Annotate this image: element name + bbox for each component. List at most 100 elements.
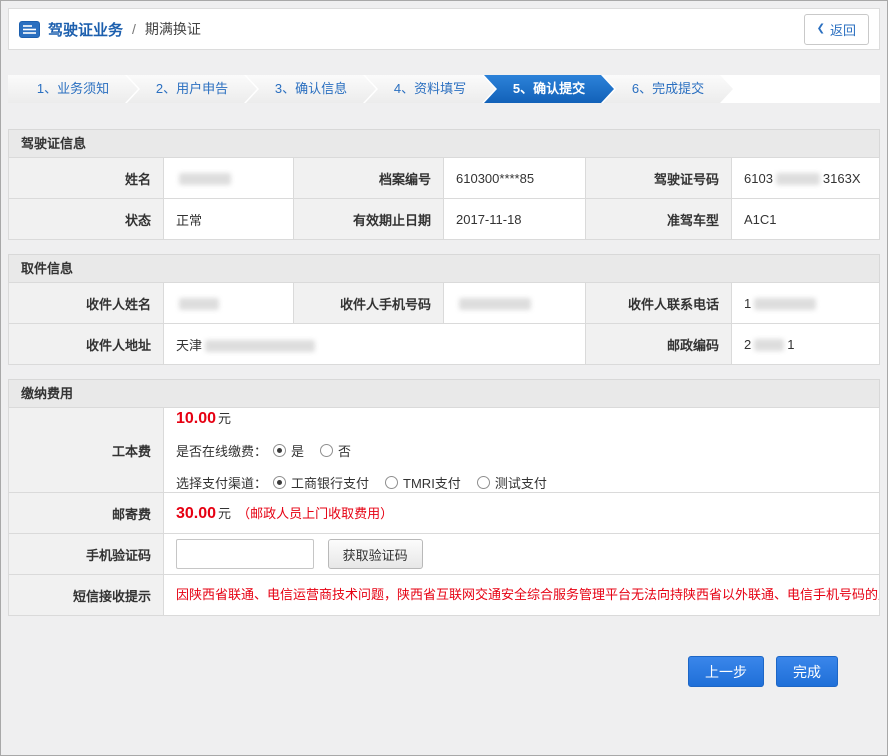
status-value: 正常 [164, 199, 294, 240]
status-label: 状态 [9, 199, 164, 240]
redacted-text [776, 173, 820, 185]
redacted-text [754, 339, 784, 351]
step-user-declaration[interactable]: 2、用户申告 [127, 75, 257, 103]
file-number-label: 档案编号 [294, 158, 444, 199]
name-label: 姓名 [9, 158, 164, 199]
table-row: 姓名 档案编号 610300****85 驾驶证号码 6103 3163X [9, 158, 880, 199]
step-confirm-info[interactable]: 3、确认信息 [246, 75, 376, 103]
production-fee-cell: 10.00元 是否在线缴费： 是 否 选择支付渠道： 工商银行支付 TMRI支付… [164, 408, 880, 493]
step-confirm-submit[interactable]: 5、确认提交 [484, 75, 614, 103]
recipient-phone-value: 1 [732, 283, 880, 324]
sms-notice-cell: 因陕西省联通、电信运营商技术问题，陕西省互联网交通安全综合服务管理平台无法向持陕… [164, 575, 880, 616]
radio-unselected-icon [477, 476, 490, 489]
back-chevron-icon: ❮ [817, 24, 825, 34]
radio-selected-icon [273, 476, 286, 489]
radio-unselected-icon [320, 444, 333, 457]
pay-online-yes-radio[interactable]: 是 [273, 441, 304, 460]
sms-code-cell: 获取验证码 [164, 534, 880, 575]
pay-online-no-label: 否 [338, 441, 351, 460]
payment-channel-question: 选择支付渠道： [176, 473, 267, 492]
channel-icbc-label: 工商银行支付 [291, 473, 369, 492]
get-code-button[interactable]: 获取验证码 [328, 539, 423, 569]
redacted-text [459, 298, 531, 310]
step-data-entry[interactable]: 4、资料填写 [365, 75, 495, 103]
step-business-notice[interactable]: 1、业务须知 [8, 75, 138, 103]
step-complete[interactable]: 6、完成提交 [603, 75, 733, 103]
table-row: 邮寄费 30.00元（邮政人员上门收取费用） [9, 493, 880, 534]
expiry-date-label: 有效期止日期 [294, 199, 444, 240]
fee-section-header: 缴纳费用 [8, 379, 880, 407]
sms-code-input[interactable] [176, 539, 314, 569]
pickup-info-header: 取件信息 [8, 254, 880, 282]
mailing-fee-label: 邮寄费 [9, 493, 164, 534]
breadcrumb: 驾驶证业务 / 期满换证 [19, 19, 201, 40]
table-row: 状态 正常 有效期止日期 2017-11-18 准驾车型 A1C1 [9, 199, 880, 240]
table-row: 工本费 10.00元 是否在线缴费： 是 否 选择支付渠道： 工商银行支付 TM… [9, 408, 880, 493]
channel-tmri-radio[interactable]: TMRI支付 [385, 473, 461, 492]
license-number-suffix: 3163X [823, 171, 861, 186]
license-info-section: 驾驶证信息 姓名 档案编号 610300****85 驾驶证号码 6103 316… [8, 129, 880, 240]
pickup-info-table: 收件人姓名 收件人手机号码 收件人联系电话 1 收件人地址 天津 邮政编码 21 [8, 282, 880, 365]
license-info-header: 驾驶证信息 [8, 129, 880, 157]
prev-step-button[interactable]: 上一步 [688, 656, 764, 687]
recipient-address-prefix: 天津 [176, 338, 202, 353]
recipient-address-value: 天津 [164, 324, 586, 365]
name-value [164, 158, 294, 199]
recipient-address-label: 收件人地址 [9, 324, 164, 365]
license-number-value: 6103 3163X [732, 158, 880, 199]
table-row: 收件人姓名 收件人手机号码 收件人联系电话 1 [9, 283, 880, 324]
production-fee-unit: 元 [218, 411, 231, 426]
production-fee-label: 工本费 [9, 408, 164, 493]
postal-code-suffix: 1 [787, 337, 794, 352]
title-separator: / [132, 21, 136, 37]
license-number-label: 驾驶证号码 [586, 158, 732, 199]
finish-button[interactable]: 完成 [776, 656, 838, 687]
recipient-phone-label: 收件人联系电话 [586, 283, 732, 324]
license-number-prefix: 6103 [744, 171, 773, 186]
channel-tmri-label: TMRI支付 [403, 473, 461, 492]
production-fee-amount: 10.00 [176, 410, 216, 427]
license-badge-icon [19, 21, 40, 38]
mailing-fee-amount: 30.00 [176, 505, 216, 522]
redacted-text [179, 298, 219, 310]
recipient-mobile-value [444, 283, 586, 324]
mailing-fee-cell: 30.00元（邮政人员上门收取费用） [164, 493, 880, 534]
pickup-info-section: 取件信息 收件人姓名 收件人手机号码 收件人联系电话 1 收件人地址 天津 邮政… [8, 254, 880, 365]
pay-online-yes-label: 是 [291, 441, 304, 460]
channel-test-radio[interactable]: 测试支付 [477, 473, 547, 492]
payment-channel-row: 选择支付渠道： 工商银行支付 TMRI支付 测试支付 [176, 473, 867, 492]
recipient-name-label: 收件人姓名 [9, 283, 164, 324]
page-subtitle: 期满换证 [145, 19, 201, 39]
recipient-name-value [164, 283, 294, 324]
pay-online-no-radio[interactable]: 否 [320, 441, 351, 460]
vehicle-class-value: A1C1 [732, 199, 880, 240]
radio-unselected-icon [385, 476, 398, 489]
fee-table: 工本费 10.00元 是否在线缴费： 是 否 选择支付渠道： 工商银行支付 TM… [8, 407, 880, 616]
footer-actions: 上一步 完成 [8, 656, 880, 687]
channel-icbc-radio[interactable]: 工商银行支付 [273, 473, 369, 492]
postal-code-value: 21 [732, 324, 880, 365]
redacted-text [754, 298, 816, 310]
page: 驾驶证业务 / 期满换证 ❮ 返回 1、业务须知 2、用户申告 3、确认信息 4… [0, 0, 888, 756]
expiry-date-value: 2017-11-18 [444, 199, 586, 240]
license-info-table: 姓名 档案编号 610300****85 驾驶证号码 6103 3163X 状态 … [8, 157, 880, 240]
postal-code-label: 邮政编码 [586, 324, 732, 365]
production-fee-amount-line: 10.00元 [176, 408, 867, 428]
postal-code-prefix: 2 [744, 337, 751, 352]
sms-notice-text: 因陕西省联通、电信运营商技术问题，陕西省互联网交通安全综合服务管理平台无法向持陕… [176, 582, 867, 608]
recipient-mobile-label: 收件人手机号码 [294, 283, 444, 324]
table-row: 短信接收提示 因陕西省联通、电信运营商技术问题，陕西省互联网交通安全综合服务管理… [9, 575, 880, 616]
pay-online-question: 是否在线缴费： [176, 441, 267, 460]
vehicle-class-label: 准驾车型 [586, 199, 732, 240]
sms-notice-label: 短信接收提示 [9, 575, 164, 616]
radio-selected-icon [273, 444, 286, 457]
table-row: 手机验证码 获取验证码 [9, 534, 880, 575]
file-number-value: 610300****85 [444, 158, 586, 199]
back-button[interactable]: ❮ 返回 [804, 14, 869, 45]
redacted-text [205, 340, 315, 352]
page-title: 驾驶证业务 [48, 19, 123, 40]
fee-section: 缴纳费用 工本费 10.00元 是否在线缴费： 是 否 选择支付渠道： 工 [8, 379, 880, 616]
back-label: 返回 [830, 20, 856, 39]
sms-code-label: 手机验证码 [9, 534, 164, 575]
mailing-fee-unit: 元 [218, 506, 231, 521]
